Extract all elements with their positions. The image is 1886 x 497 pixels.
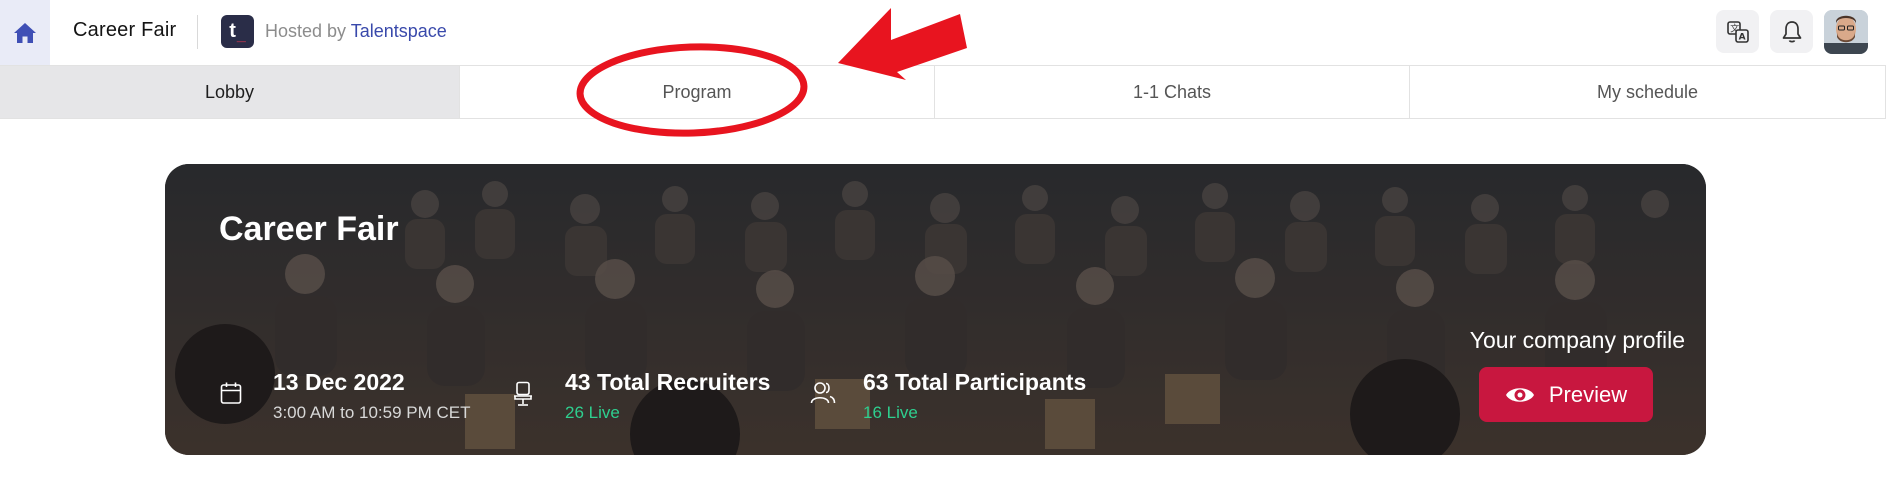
tab-my-schedule[interactable]: My schedule [1410, 66, 1886, 118]
eye-icon [1505, 385, 1535, 405]
app-title: Career Fair [73, 19, 177, 41]
translate-icon: 文 A [1726, 20, 1749, 43]
total-participants: 63 Total Participants [863, 369, 1087, 395]
calendar-icon [220, 382, 242, 404]
banner-title: Career Fair [219, 210, 399, 248]
preview-button[interactable]: Preview [1479, 367, 1653, 422]
event-time: 3:00 AM to 10:59 PM CET [273, 403, 471, 422]
user-avatar[interactable] [1824, 10, 1868, 54]
host-name-link[interactable]: Talentspace [351, 21, 447, 41]
tab-lobby[interactable]: Lobby [0, 66, 460, 118]
host-logo-dot: _ [236, 26, 246, 44]
top-bar: Career Fair t _ Hosted by Talentspace 文 A [0, 0, 1886, 65]
svg-text:A: A [1738, 32, 1745, 42]
preview-label: Preview [1548, 381, 1628, 407]
user-photo [1824, 10, 1868, 54]
main-tabs: Lobby Program 1-1 Chats My schedule [0, 65, 1886, 119]
home-button[interactable] [0, 0, 50, 65]
users-icon [810, 382, 836, 404]
desk-chair-icon [514, 381, 532, 406]
event-banner: Career Fair 13 Dec 2022 3:00 AM to 10:59… [165, 164, 1706, 455]
talentspace-logo: t _ [221, 15, 254, 48]
recruiters-live: 26 Live [565, 403, 620, 422]
tab-program[interactable]: Program [460, 66, 935, 118]
header-divider [197, 15, 198, 49]
bell-icon [1782, 20, 1801, 42]
company-profile-label: Your company profile [1469, 327, 1685, 353]
host-logo-letter: t [229, 20, 236, 42]
notifications-button[interactable] [1770, 10, 1813, 53]
event-date: 13 Dec 2022 [273, 369, 405, 395]
hosted-by-prefix: Hosted by [265, 21, 347, 41]
total-recruiters: 43 Total Recruiters [565, 369, 771, 395]
translate-button[interactable]: 文 A [1716, 10, 1759, 53]
participants-live: 16 Live [863, 403, 918, 422]
home-icon [14, 22, 36, 43]
tab-1-1-chats[interactable]: 1-1 Chats [935, 66, 1410, 118]
hosted-by: Hosted by Talentspace [265, 21, 447, 42]
